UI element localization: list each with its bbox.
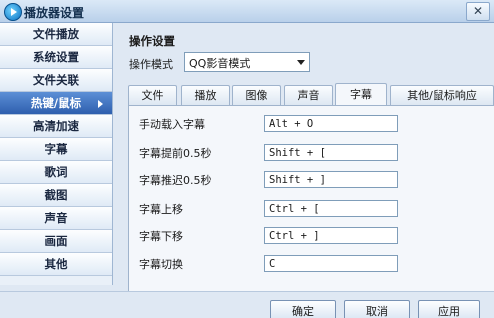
section-title: 操作设置 [129,34,175,48]
row-label-subtitle-advance: 字幕提前0.5秒 [139,147,212,160]
mode-label: 操作模式 [129,58,173,71]
window-title: 播放器设置 [24,6,85,20]
chevron-down-icon[interactable] [293,53,309,71]
tab-bar: 文件 播放 图像 声音 字幕 其他/鼠标响应 [128,83,494,106]
tab-playback[interactable]: 播放 [181,85,230,105]
hotkey-field-subtitle-delay[interactable]: Shift + ] [264,171,398,188]
mode-select-value: QQ影音模式 [189,57,251,70]
tab-image[interactable]: 图像 [232,85,281,105]
row-label-load-subtitle: 手动载入字幕 [139,118,205,131]
row-label-subtitle-switch: 字幕切换 [139,258,183,271]
row-label-subtitle-up: 字幕上移 [139,203,183,216]
apply-button[interactable]: 应用 [418,300,480,318]
hotkey-field-subtitle-switch[interactable]: C [264,255,398,272]
sidebar-item-subtitles[interactable]: 字幕 [0,138,112,161]
row-label-subtitle-down: 字幕下移 [139,230,183,243]
close-button[interactable]: ✕ [466,2,490,21]
tab-subtitles[interactable]: 字幕 [335,83,387,106]
mode-select[interactable]: QQ影音模式 [184,52,310,72]
hotkey-field-subtitle-advance[interactable]: Shift + [ [264,144,398,161]
sidebar-item-label: 热键/鼠标 [30,96,82,110]
hotkey-field-load-subtitle[interactable]: Alt + O [264,115,398,132]
sidebar-item-other[interactable]: 其他 [0,253,112,276]
settings-panel: 操作设置 操作模式 QQ影音模式 文件 播放 图像 声音 字幕 其他/鼠标响应 … [116,23,494,293]
sidebar-item-lyrics[interactable]: 歌词 [0,161,112,184]
hotkey-field-subtitle-up[interactable]: Ctrl + [ [264,200,398,217]
sidebar-item-system-settings[interactable]: 系统设置 [0,46,112,69]
settings-window: 播放器设置 ✕ 文件播放 系统设置 文件关联 热键/鼠标 高清加速 字幕 歌词 … [0,0,494,318]
sidebar-item-file-playback[interactable]: 文件播放 [0,23,112,46]
row-label-subtitle-delay: 字幕推迟0.5秒 [139,174,212,187]
sidebar-item-hotkeys-mouse[interactable]: 热键/鼠标 [0,92,112,115]
tab-content: 手动载入字幕 Alt + O 字幕提前0.5秒 Shift + [ 字幕推迟0.… [128,105,494,293]
player-logo-icon [4,3,22,21]
tab-sound[interactable]: 声音 [284,85,333,105]
sidebar-item-file-association[interactable]: 文件关联 [0,69,112,92]
cancel-button[interactable]: 取消 [344,300,410,318]
tab-other-mouse[interactable]: 其他/鼠标响应 [390,85,494,105]
sidebar-item-picture[interactable]: 画面 [0,230,112,253]
hotkey-field-subtitle-down[interactable]: Ctrl + ] [264,227,398,244]
tab-file[interactable]: 文件 [128,85,177,105]
ok-button[interactable]: 确定 [270,300,336,318]
sidebar-item-sound[interactable]: 声音 [0,207,112,230]
title-bar[interactable]: 播放器设置 ✕ [0,0,494,23]
dialog-footer: 确定 取消 应用 [0,291,494,318]
sidebar-item-hd-acceleration[interactable]: 高清加速 [0,115,112,138]
sidebar-item-screenshot[interactable]: 截图 [0,184,112,207]
sidebar: 文件播放 系统设置 文件关联 热键/鼠标 高清加速 字幕 歌词 截图 声音 画面… [0,23,113,285]
chevron-right-icon [98,100,103,108]
